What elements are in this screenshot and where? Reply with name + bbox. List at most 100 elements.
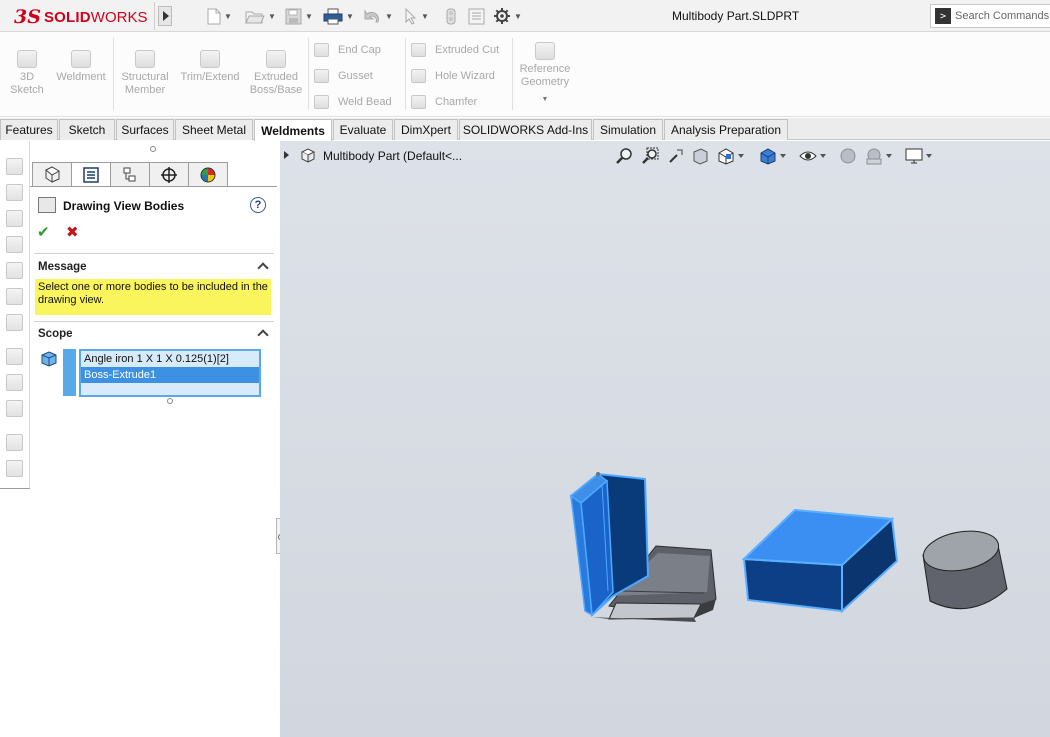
extruded-boss-base-button[interactable]: Extruded Boss/Base xyxy=(247,50,305,97)
appearance-pie-icon xyxy=(200,167,216,182)
save-button[interactable]: ▼ xyxy=(285,6,313,26)
property-list-icon xyxy=(83,166,99,183)
help-icon[interactable]: ? xyxy=(250,197,266,213)
curve-icon[interactable] xyxy=(6,348,23,365)
reference-geometry-dropdown-icon[interactable]: ▼ xyxy=(516,93,574,106)
split-icon[interactable] xyxy=(6,460,23,477)
collapse-message-chevron-icon[interactable] xyxy=(258,261,268,271)
3d-sketch-label: 3D Sketch xyxy=(10,71,44,96)
tab-sketch[interactable]: Sketch xyxy=(59,119,115,140)
undo-icon xyxy=(364,8,379,22)
weldment-label: Weldment xyxy=(56,71,106,83)
ok-button[interactable]: ✔ xyxy=(37,223,50,241)
search-commands-input[interactable]: Search Commands xyxy=(955,10,1049,22)
chamfer-icon xyxy=(411,95,426,109)
revolved-surface-icon[interactable] xyxy=(6,210,23,227)
solidworks-logo[interactable]: 3S SOLID WORKS xyxy=(14,6,147,28)
tab-simulation[interactable]: Simulation xyxy=(593,119,663,140)
fill-surface-icon[interactable] xyxy=(6,314,23,331)
tab-dimxpert[interactable]: DimXpert xyxy=(394,119,458,140)
extruded-cut-label: Extruded Cut xyxy=(435,44,500,56)
print-button[interactable]: ▼ xyxy=(323,6,354,26)
tab-underline xyxy=(30,186,277,187)
collapse-scope-chevron-icon[interactable] xyxy=(258,328,268,338)
property-manager-panel: Drawing View Bodies ? ✔ ✖ Message Select… xyxy=(30,141,277,737)
tab-surfaces[interactable]: Surfaces xyxy=(116,119,174,140)
trim-extend-label: Trim/Extend xyxy=(180,71,240,83)
rebuild-button[interactable] xyxy=(444,6,458,26)
body-tools-icon[interactable] xyxy=(6,434,23,451)
manager-tabs xyxy=(32,162,228,187)
new-document-button[interactable]: ▼ xyxy=(207,6,232,26)
gusset-label: Gusset xyxy=(338,70,373,82)
chamfer-button[interactable]: Chamfer xyxy=(411,95,477,109)
search-command-prompt-icon: > xyxy=(935,8,951,24)
message-section-header[interactable]: Message xyxy=(38,261,87,273)
display-icon[interactable] xyxy=(6,400,23,417)
menu-flyout-button[interactable] xyxy=(158,6,172,26)
selection-box-focus-bar xyxy=(63,349,76,396)
swept-surface-icon[interactable] xyxy=(6,236,23,253)
lofted-surface-icon[interactable] xyxy=(6,262,23,279)
dimxpert-manager-tab[interactable] xyxy=(149,162,189,187)
property-manager-title: Drawing View Bodies xyxy=(63,199,185,213)
extruded-surface-icon[interactable] xyxy=(6,184,23,201)
model-bodies[interactable] xyxy=(280,141,1050,737)
planar-surface-icon[interactable] xyxy=(6,158,23,175)
property-manager-tab[interactable] xyxy=(71,162,111,187)
end-cap-label: End Cap xyxy=(338,44,381,56)
select-button[interactable]: ▼ xyxy=(404,6,429,26)
undo-button[interactable]: ▼ xyxy=(362,6,393,26)
tab-sheet-metal[interactable]: Sheet Metal xyxy=(175,119,253,140)
save-icon xyxy=(285,8,302,24)
list-resize-handle[interactable] xyxy=(167,398,173,404)
command-manager-tabs: Features Sketch Surfaces Sheet Metal Wel… xyxy=(0,118,1050,141)
feature-tree-icon xyxy=(45,165,61,183)
list-item-boss-extrude1[interactable]: Boss-Extrude1 xyxy=(81,367,259,383)
graphics-area[interactable]: Multibody Part (Default<... xyxy=(280,141,1050,737)
box-body[interactable] xyxy=(741,508,899,614)
configuration-manager-tab[interactable] xyxy=(110,162,150,187)
panel-resize-handle[interactable] xyxy=(150,146,156,152)
end-cap-button[interactable]: End Cap xyxy=(314,43,381,57)
weld-bead-button[interactable]: Weld Bead xyxy=(314,95,392,109)
ds-logo-mark: 3S xyxy=(14,6,41,28)
sketch-tools-icon[interactable] xyxy=(6,374,23,391)
tab-evaluate[interactable]: Evaluate xyxy=(333,119,393,140)
options-button[interactable]: ▼ xyxy=(493,6,522,26)
title-bar: 3S SOLID WORKS ▼ ▼ ▼ ▼ ▼ ▼ ▼ Multibody Pa… xyxy=(0,0,1050,32)
3d-sketch-button[interactable]: 3D Sketch xyxy=(6,50,48,97)
search-commands-box[interactable]: > Search Commands xyxy=(930,4,1050,28)
tab-analysis-preparation[interactable]: Analysis Preparation xyxy=(664,119,788,140)
gusset-icon xyxy=(314,69,329,83)
3d-sketch-icon xyxy=(17,50,37,68)
tab-features[interactable]: Features xyxy=(0,119,58,140)
display-manager-tab[interactable] xyxy=(188,162,228,187)
new-document-icon xyxy=(207,8,221,24)
bodies-selection-list[interactable]: Angle iron 1 X 1 X 0.125(1)[2] Boss-Extr… xyxy=(79,349,261,397)
end-cap-icon xyxy=(314,43,329,57)
hole-wizard-button[interactable]: Hole Wizard xyxy=(411,69,495,83)
boundary-surface-icon[interactable] xyxy=(6,288,23,305)
cylinder-body[interactable] xyxy=(920,526,1008,610)
trim-extend-button[interactable]: Trim/Extend xyxy=(177,50,243,84)
message-box: Select one or more bodies to be included… xyxy=(35,279,271,315)
reference-geometry-button[interactable]: Reference Geometry ▼ xyxy=(516,42,574,106)
tab-solidworks-add-ins[interactable]: SOLIDWORKS Add-Ins xyxy=(459,119,592,140)
scope-section-header[interactable]: Scope xyxy=(38,328,73,340)
chamfer-label: Chamfer xyxy=(435,96,478,108)
tab-weldments[interactable]: Weldments xyxy=(254,119,332,141)
list-item-angle-iron[interactable]: Angle iron 1 X 1 X 0.125(1)[2] xyxy=(81,351,259,367)
feature-manager-tab[interactable] xyxy=(32,162,72,187)
extruded-cut-button[interactable]: Extruded Cut xyxy=(411,43,499,57)
reference-geometry-icon xyxy=(535,42,555,60)
solid-body-icon xyxy=(41,351,57,367)
structural-member-button[interactable]: Structural Member xyxy=(117,50,173,97)
open-folder-icon xyxy=(245,11,265,23)
cancel-button[interactable]: ✖ xyxy=(66,223,79,241)
open-button[interactable]: ▼ xyxy=(245,6,276,26)
file-properties-button[interactable] xyxy=(468,6,485,26)
weldment-button[interactable]: Weldment xyxy=(52,50,110,84)
gusset-button[interactable]: Gusset xyxy=(314,69,373,83)
angle-iron-body[interactable] xyxy=(569,472,717,622)
